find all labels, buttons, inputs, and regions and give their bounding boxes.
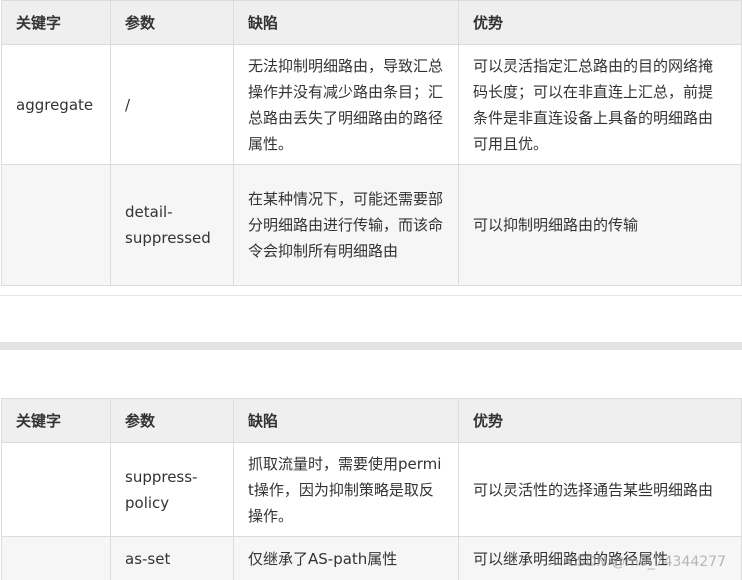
watermark: CSDN @m0_74344277 xyxy=(566,554,726,570)
cell-drawback: 在某种情况下，可能还需要部分明细路由进行传输，而该命令会抑制所有明细路由 xyxy=(233,164,459,286)
header-keyword: 关键字 xyxy=(1,398,111,443)
table-row: aggregate / 无法抑制明细路由，导致汇总操作并没有减少路由条目；汇总路… xyxy=(1,44,742,165)
section-separator xyxy=(0,342,742,350)
header-keyword: 关键字 xyxy=(1,0,111,45)
header-advantage: 优势 xyxy=(458,0,742,45)
cell-parameter: suppress-policy xyxy=(110,442,234,537)
cell-drawback: 仅继承了AS-path属性 xyxy=(233,536,459,580)
table-header-row: 关键字 参数 缺陷 优势 xyxy=(1,398,742,443)
cell-parameter: detail-suppressed xyxy=(110,164,234,286)
cell-parameter: / xyxy=(110,44,234,165)
header-drawback: 缺陷 xyxy=(233,398,459,443)
cell-keyword: aggregate xyxy=(1,44,111,165)
cell-drawback: 无法抑制明细路由，导致汇总操作并没有减少路由条目；汇总路由丢失了明细路由的路径属… xyxy=(233,44,459,165)
cell-parameter: as-set xyxy=(110,536,234,580)
table-row: suppress-policy 抓取流量时，需要使用permit操作，因为抑制策… xyxy=(1,442,742,537)
cell-keyword xyxy=(1,164,111,286)
cell-keyword xyxy=(1,442,111,537)
page: 关键字 参数 缺陷 优势 aggregate / 无法抑制明细路由，导致汇总操作… xyxy=(0,0,742,580)
cell-keyword xyxy=(1,536,111,580)
header-parameter: 参数 xyxy=(110,0,234,45)
table-row: detail-suppressed 在某种情况下，可能还需要部分明细路由进行传输… xyxy=(1,164,742,286)
comparison-table-2: 关键字 参数 缺陷 优势 suppress-policy 抓取流量时，需要使用p… xyxy=(1,398,742,580)
cell-drawback: 抓取流量时，需要使用permit操作，因为抑制策略是取反操作。 xyxy=(233,442,459,537)
cell-advantage: 可以抑制明细路由的传输 xyxy=(458,164,742,286)
cell-advantage: 可以灵活指定汇总路由的目的网络掩码长度；可以在非直连上汇总，前提条件是非直连设备… xyxy=(458,44,742,165)
header-drawback: 缺陷 xyxy=(233,0,459,45)
table-header-row: 关键字 参数 缺陷 优势 xyxy=(1,0,742,45)
header-advantage: 优势 xyxy=(458,398,742,443)
divider xyxy=(0,295,742,296)
cell-advantage: 可以灵活性的选择通告某些明细路由 xyxy=(458,442,742,537)
comparison-table-1: 关键字 参数 缺陷 优势 aggregate / 无法抑制明细路由，导致汇总操作… xyxy=(1,0,742,286)
header-parameter: 参数 xyxy=(110,398,234,443)
